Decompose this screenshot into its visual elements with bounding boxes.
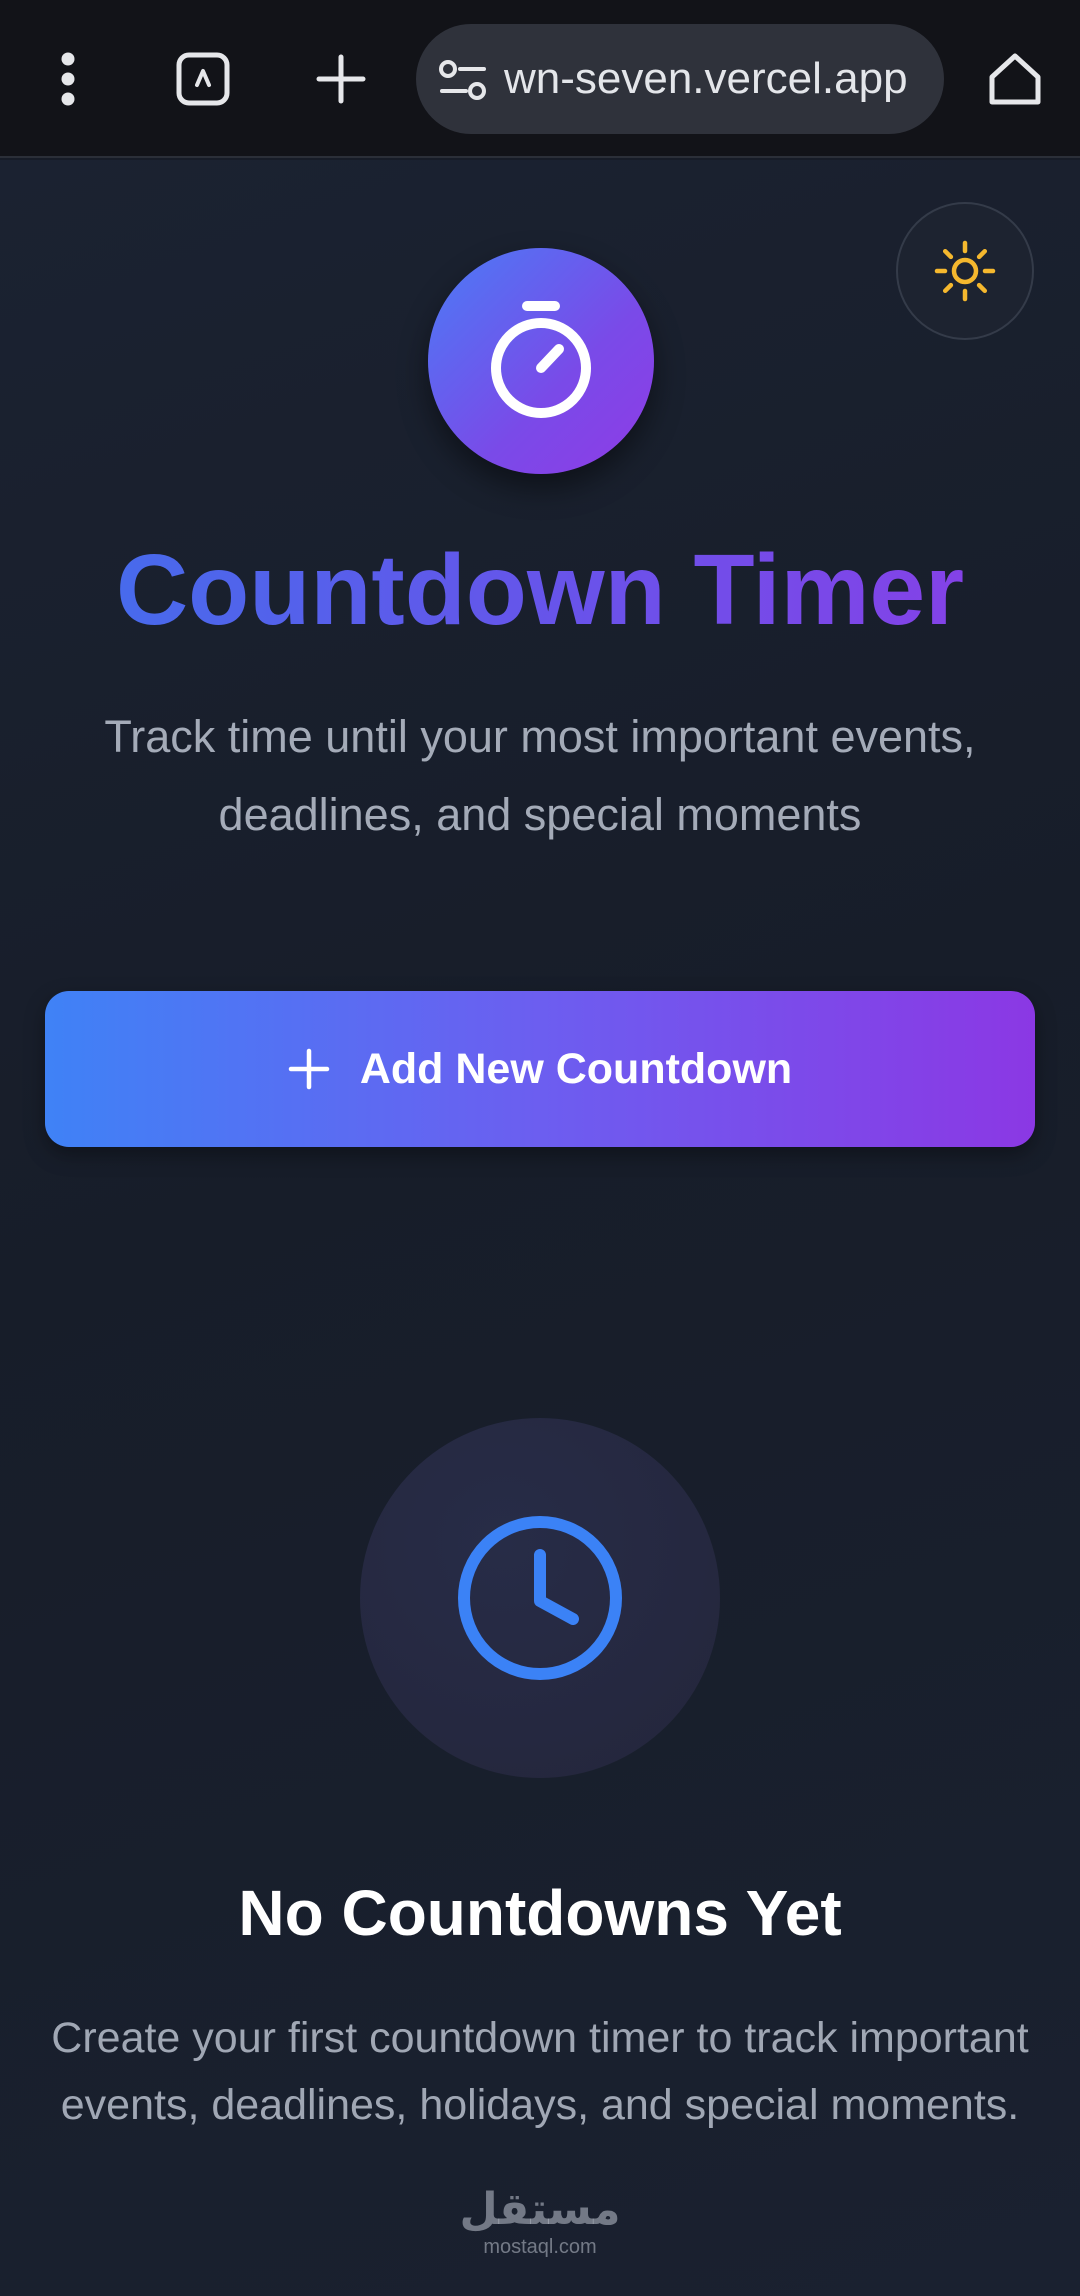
stopwatch-icon: [491, 301, 591, 418]
plus-icon: [288, 1048, 330, 1090]
page-title: Countdown Timer: [0, 540, 1080, 640]
empty-state-description: Create your first countdown timer to tra…: [51, 2014, 1029, 2129]
watermark-arabic: مستقل: [459, 2185, 621, 2234]
watermark-logo: مستقل mostaql.com: [440, 2185, 640, 2275]
more-vert-icon[interactable]: [38, 44, 98, 114]
address-bar[interactable]: wn-seven.vercel.app: [416, 24, 944, 134]
home-icon[interactable]: [980, 44, 1050, 114]
new-tab-plus-icon[interactable]: [306, 44, 376, 114]
url-text[interactable]: wn-seven.vercel.app: [504, 24, 908, 134]
clock-icon: [458, 1516, 622, 1680]
tune-icon[interactable]: [438, 58, 488, 102]
empty-state-title: No Countdowns Yet: [238, 1877, 842, 1949]
sun-icon: [934, 240, 996, 302]
add-countdown-button[interactable]: Add New Countdown: [45, 991, 1035, 1147]
theme-toggle-button[interactable]: [896, 202, 1034, 340]
app-logo: [428, 248, 654, 474]
app-main: Countdown Timer Track time until your mo…: [0, 160, 1080, 2296]
tab-switcher-icon[interactable]: [168, 44, 238, 114]
add-countdown-label: Add New Countdown: [359, 1044, 793, 1093]
watermark-latin: mostaql.com: [483, 2236, 597, 2258]
page-subtitle: Track time until your most important eve…: [104, 711, 976, 840]
browser-toolbar: wn-seven.vercel.app: [0, 0, 1080, 158]
empty-state-icon-circle: [360, 1418, 720, 1778]
